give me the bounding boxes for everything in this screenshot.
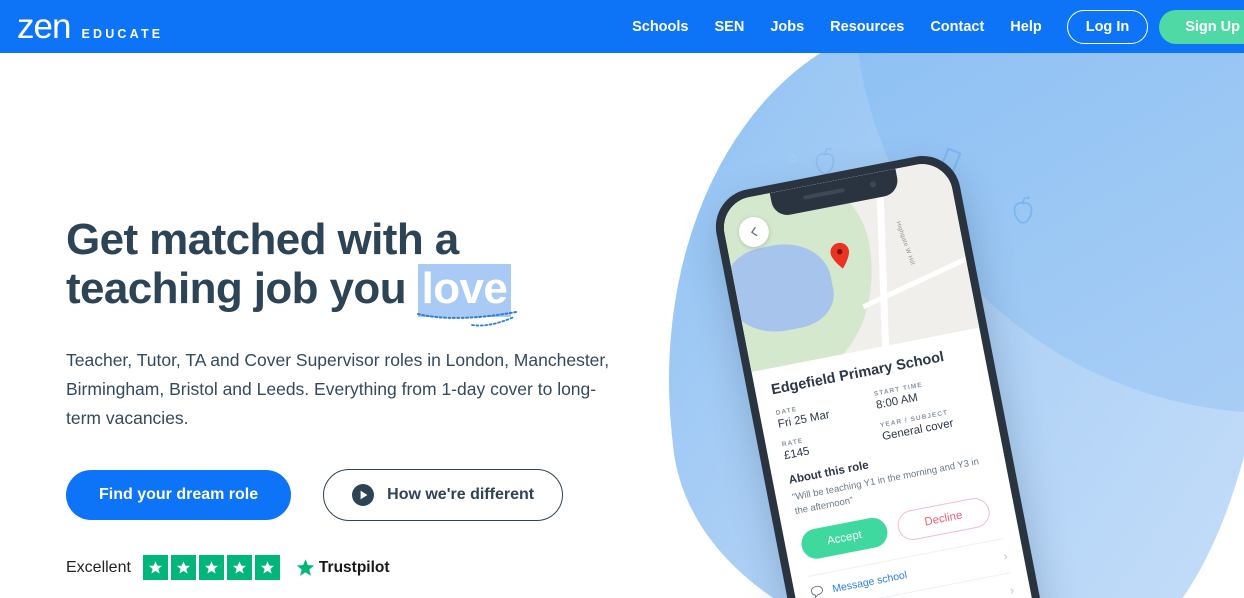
play-icon (352, 484, 375, 507)
nav-link-resources[interactable]: Resources (817, 19, 917, 35)
cta-button-row: Find your dream role How we're different (66, 469, 686, 522)
signup-button[interactable]: Sign Up (1159, 9, 1244, 44)
how-were-different-label: How we're different (387, 486, 535, 504)
field-year-subject: YEAR / SUBJECT General cover (880, 403, 982, 443)
trustpilot-brand-name: Trustpilot (318, 558, 390, 576)
trustpilot-stars (142, 555, 280, 581)
map-road-label: Highgate W Hill (894, 220, 916, 266)
nav-link-sen[interactable]: SEN (701, 19, 757, 35)
decorative-dot (717, 463, 725, 471)
top-navigation-bar: zen EDUCATE Schools SEN Jobs Resources C… (0, 0, 1244, 53)
nav-link-contact[interactable]: Contact (917, 19, 997, 35)
role-details-card: Edgefield Primary School DATE Fri 25 Mar… (752, 328, 1040, 598)
nav-links-group: Schools SEN Jobs Resources Contact Help … (619, 9, 1244, 44)
login-button[interactable]: Log In (1066, 9, 1149, 44)
chevron-right-icon: › (1008, 582, 1016, 598)
list-item-label: Message school (831, 568, 909, 595)
hand-drawn-underline-icon (416, 310, 517, 327)
headline-line-2-prefix: teaching job you (66, 264, 418, 314)
nav-link-schools[interactable]: Schools (619, 19, 701, 35)
hero-subtitle: Teacher, Tutor, TA and Cover Supervisor … (66, 349, 610, 428)
trustpilot-logo-star-icon (296, 559, 315, 577)
chat-bubble-icon (810, 585, 823, 598)
chevron-left-icon (751, 226, 758, 237)
trustpilot-brand: Trustpilot (296, 558, 390, 577)
how-were-different-button[interactable]: How we're different (323, 469, 564, 522)
nav-link-jobs[interactable]: Jobs (757, 19, 817, 35)
trustpilot-rating-word: Excellent (66, 558, 131, 576)
hero-copy-block: Get matched with a teaching job you love… (66, 215, 686, 581)
phone-speaker (802, 187, 845, 200)
nav-link-help[interactable]: Help (997, 19, 1054, 35)
trustpilot-star-icon (226, 555, 252, 581)
page-title: Get matched with a teaching job you love (66, 215, 686, 327)
trustpilot-rating-widget[interactable]: Excellent Trustpilot (66, 555, 686, 581)
trustpilot-star-icon (198, 555, 224, 581)
field-rate: RATE £145 (781, 422, 883, 462)
phone-camera-icon (869, 180, 877, 188)
headline-highlight-wrap: love (416, 264, 517, 327)
find-your-dream-role-button[interactable]: Find your dream role (66, 470, 292, 521)
logo-wordmark-zen: zen (17, 7, 71, 46)
logo-wordmark-educate: EDUCATE (81, 27, 164, 41)
chevron-right-icon: › (1001, 548, 1009, 563)
headline-line-1: Get matched with a (66, 215, 459, 264)
brand-logo[interactable]: zen EDUCATE (17, 9, 163, 44)
decorative-dot (789, 155, 796, 162)
accept-button[interactable]: Accept (798, 514, 891, 561)
trustpilot-star-icon (170, 555, 196, 581)
trustpilot-star-icon (142, 555, 168, 581)
decline-button[interactable]: Decline (895, 495, 992, 543)
hero-section: Get matched with a teaching job you love… (0, 53, 1244, 598)
trustpilot-star-icon (254, 555, 280, 581)
